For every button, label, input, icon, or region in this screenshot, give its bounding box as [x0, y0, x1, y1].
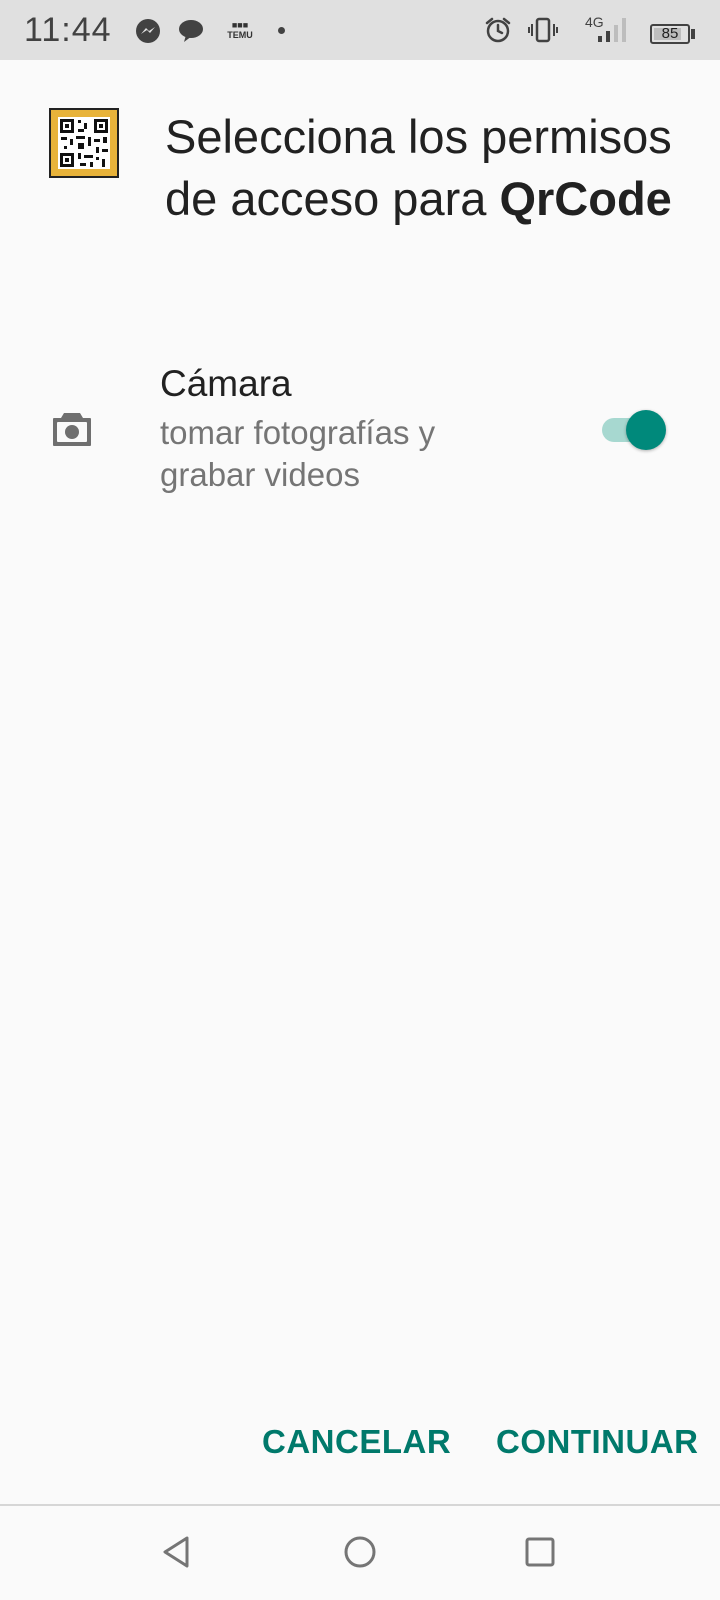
battery-icon: 85	[650, 24, 690, 44]
messenger-icon	[136, 19, 160, 43]
app-name: QrCode	[499, 172, 672, 225]
alarm-icon	[485, 17, 511, 43]
battery-nub	[691, 29, 695, 39]
home-icon[interactable]	[338, 1530, 382, 1574]
back-icon[interactable]	[155, 1530, 199, 1574]
temu-icon-glyph: ■■■	[231, 20, 249, 30]
temu-label: TEMU	[227, 30, 253, 40]
qr-code-icon	[49, 108, 119, 178]
toggle-thumb	[626, 410, 666, 450]
status-time: 11:44	[24, 11, 112, 49]
permission-name: Cámara	[160, 363, 292, 404]
qr-code-pattern	[58, 117, 110, 169]
vibrate-icon	[528, 17, 558, 43]
status-bar: 11:44 ■■■ TEMU 4G 85	[0, 0, 720, 60]
permission-row-camera[interactable]: Cámara tomar fotografías y grabar videos	[0, 350, 720, 510]
camera-icon	[53, 413, 91, 446]
temu-icon: ■■■ TEMU	[223, 20, 257, 42]
recents-icon[interactable]	[518, 1530, 562, 1574]
camera-permission-toggle[interactable]	[600, 410, 668, 450]
chat-bubble-icon	[179, 20, 203, 42]
signal-icon	[598, 18, 626, 42]
continue-button[interactable]: CONTINUAR	[496, 1420, 698, 1464]
cancel-button[interactable]: CANCELAR	[262, 1420, 451, 1464]
permission-description: tomar fotografías y grabar videos	[160, 414, 436, 493]
battery-percent: 85	[661, 25, 679, 42]
more-notifications-dot	[278, 27, 285, 34]
navigation-bar	[0, 1506, 720, 1600]
page-title: Selecciona los permisos de acceso para Q…	[165, 106, 685, 230]
